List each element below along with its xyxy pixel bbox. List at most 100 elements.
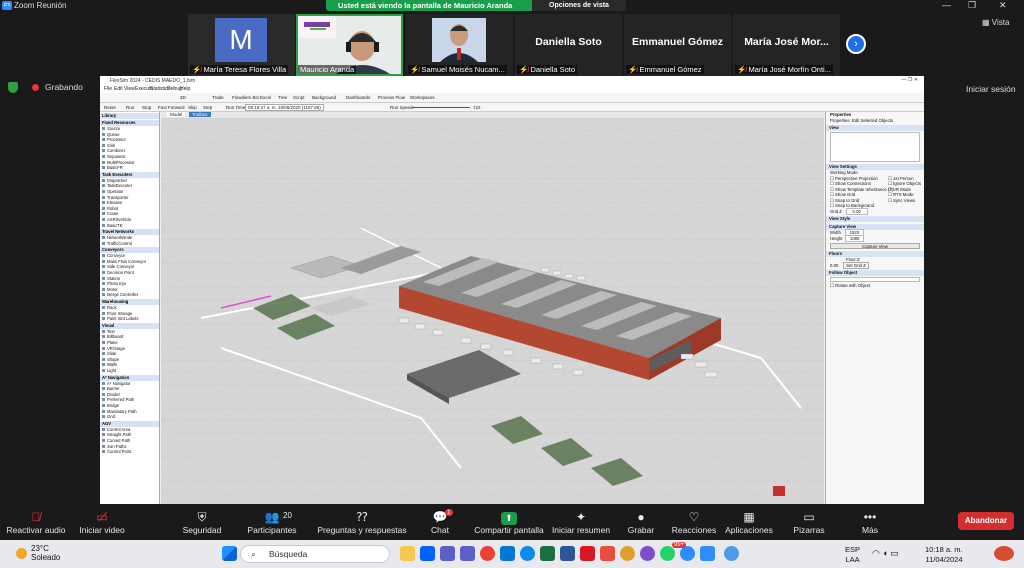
options-right: ☐ 1st Person ☐ Ignore Objects ☐ VR Mode ☐ R… bbox=[884, 176, 924, 209]
leave-button[interactable]: Abandonar bbox=[958, 512, 1014, 530]
flexsim-window-controls-icon[interactable]: — ❐ ✕ bbox=[902, 77, 918, 83]
follow-object-input[interactable] bbox=[830, 277, 920, 282]
skip-button[interactable]: Skip bbox=[188, 105, 197, 110]
language-indicator[interactable]: ESP LAA bbox=[845, 545, 860, 565]
browser-profile-icon[interactable] bbox=[620, 546, 635, 561]
weather-desc: Soleado bbox=[31, 553, 61, 562]
library-item[interactable]: Paint Slot Labels bbox=[100, 316, 159, 322]
zoom-meeting-icon[interactable] bbox=[700, 546, 715, 561]
stop-button[interactable]: Stop bbox=[142, 105, 151, 110]
participantes-button[interactable]: 👥 20 Participantes bbox=[227, 509, 317, 535]
teams-icon[interactable] bbox=[460, 546, 475, 561]
view-options-button[interactable]: Opciones de vista bbox=[532, 0, 626, 11]
view-button[interactable]: ▦ Vista bbox=[982, 18, 1009, 27]
run-controls-bar: Reset Run Stop Fast Forward Skip Step Ru… bbox=[100, 103, 924, 112]
tool-background[interactable]: Background bbox=[312, 95, 336, 100]
option-label: Show Connections bbox=[835, 181, 871, 186]
notification-icon[interactable] bbox=[994, 546, 1014, 561]
pdf-icon[interactable] bbox=[600, 546, 615, 561]
tool-dashboards[interactable]: Dashboards bbox=[346, 95, 370, 100]
view-list[interactable] bbox=[830, 132, 920, 162]
step-button[interactable]: Step bbox=[203, 105, 212, 110]
tool-3d[interactable]: 3D bbox=[180, 95, 186, 100]
3d-model-view[interactable]: Model Toolbox bbox=[161, 112, 824, 504]
mail-icon[interactable] bbox=[500, 546, 515, 561]
participant-tile[interactable]: Daniella Soto ⚡̸ Daniella Soto bbox=[515, 14, 622, 76]
clock-date: 11/04/2024 bbox=[925, 555, 963, 564]
edge-icon[interactable] bbox=[520, 546, 535, 561]
tool-workspaces[interactable]: Workspaces bbox=[410, 95, 435, 100]
participant-strip: M ⚡̸ María Teresa Flores Villa Mauricio … bbox=[188, 14, 844, 76]
whatsapp-icon[interactable] bbox=[660, 546, 675, 561]
preguntas-y-respuestas-button[interactable]: ⁇ Preguntas y respuestas bbox=[317, 509, 407, 535]
file-explorer-icon[interactable] bbox=[400, 546, 415, 561]
floor-value: 0.00 bbox=[830, 262, 839, 268]
chrome-profile-icon[interactable] bbox=[640, 546, 655, 561]
run-speed-value: 722 bbox=[473, 105, 481, 110]
library-title: Library bbox=[100, 113, 159, 119]
tool-process-flow[interactable]: Process Flow bbox=[378, 95, 405, 100]
capture-view-button[interactable]: Capture View bbox=[830, 243, 920, 249]
library-item[interactable]: Light bbox=[100, 368, 159, 374]
taskbar-search[interactable]: ⌕ Búsqueda bbox=[240, 545, 390, 563]
clock[interactable]: 10:18 a. m. 11/04/2024 bbox=[925, 545, 963, 565]
option-checkbox[interactable]: ☐ Sync Views bbox=[884, 198, 924, 204]
zoom-icon[interactable] bbox=[680, 546, 695, 561]
tool-flowdiem[interactable]: Flowdiem Bin bbox=[232, 95, 259, 100]
tool-script[interactable]: Script bbox=[293, 95, 305, 100]
participant-tile-active[interactable]: Mauricio Aranda bbox=[296, 14, 403, 76]
grid-z-input[interactable]: 0.00 bbox=[845, 207, 868, 215]
más-button[interactable]: ••• Más bbox=[825, 509, 915, 535]
wifi-icon[interactable]: ◠ ◖ ▭ bbox=[872, 548, 899, 559]
menu-file[interactable]: File bbox=[104, 86, 112, 92]
recording-label: Grabando bbox=[45, 82, 83, 92]
excel-icon[interactable] bbox=[540, 546, 555, 561]
close-button[interactable]: ✕ bbox=[999, 0, 1007, 11]
recording-indicator: Grabando bbox=[8, 82, 83, 94]
tab-model[interactable]: Model bbox=[167, 112, 186, 117]
participant-tile[interactable]: ⚡̸ Samuel Moisés Nucam... bbox=[406, 14, 513, 76]
reset-button[interactable]: Reset bbox=[104, 105, 116, 110]
tab-toolbox[interactable]: Toolbox bbox=[189, 112, 211, 117]
library-item[interactable]: Control Point bbox=[100, 449, 159, 455]
tab-properties[interactable]: Properties bbox=[830, 118, 850, 123]
run-speed-slider[interactable] bbox=[412, 107, 470, 108]
tab-edit-selected[interactable]: Edit Selected Objects bbox=[852, 118, 893, 123]
signin-link[interactable]: Iniciar sesión bbox=[966, 84, 1016, 94]
fast-forward-button[interactable]: Fast Forward bbox=[158, 105, 185, 110]
menu-edit[interactable]: Edit bbox=[114, 86, 123, 92]
weather-widget[interactable]: 23°C Soleado bbox=[16, 544, 60, 562]
participant-tile[interactable]: M ⚡̸ María Teresa Flores Villa bbox=[188, 14, 295, 76]
menu-help[interactable]: Help bbox=[180, 86, 190, 92]
set-grid-z-button[interactable]: Set Grid Z bbox=[843, 261, 869, 269]
library-item[interactable]: Merge Controller bbox=[100, 292, 159, 298]
windows-start-icon[interactable] bbox=[222, 546, 237, 561]
height-input[interactable]: 1080 bbox=[844, 234, 865, 242]
word-icon[interactable] bbox=[560, 546, 575, 561]
library-item[interactable]: TrafficControl bbox=[100, 241, 159, 247]
library-item[interactable]: Grid bbox=[100, 414, 159, 420]
menu-view[interactable]: View bbox=[124, 86, 135, 92]
view-style-header: View Style bbox=[826, 216, 924, 222]
tool-trade[interactable]: Trade bbox=[212, 95, 224, 100]
tool-excel[interactable]: Excel bbox=[260, 95, 271, 100]
maximize-button[interactable]: ❐ bbox=[968, 0, 976, 11]
library-item[interactable]: BasicTE bbox=[100, 223, 159, 229]
participant-display-name: Emmanuel Gómez bbox=[631, 36, 724, 48]
run-button[interactable]: Run bbox=[126, 105, 134, 110]
tool-tree[interactable]: Tree bbox=[278, 95, 287, 100]
chrome-icon[interactable] bbox=[480, 546, 495, 561]
teams-icon[interactable] bbox=[440, 546, 455, 561]
library-item[interactable]: BasicFR bbox=[100, 165, 159, 171]
encryption-shield-icon bbox=[8, 82, 18, 94]
mcafee-icon[interactable] bbox=[580, 546, 595, 561]
iniciar-video-button[interactable]: ▭̸ Iniciar video bbox=[57, 509, 147, 535]
minimize-button[interactable]: — bbox=[942, 0, 951, 10]
app-icon[interactable] bbox=[724, 546, 739, 561]
checkbox-icon[interactable]: ☐ bbox=[830, 283, 834, 288]
dropbox-icon[interactable] bbox=[420, 546, 435, 561]
option-label: Sync Views bbox=[893, 197, 916, 203]
participant-tile[interactable]: Emmanuel Gómez ⚡̸ Emmanuel Gómez bbox=[624, 14, 731, 76]
participant-tile[interactable]: María José Mor... ⚡̸ María José Morfín O… bbox=[733, 14, 840, 76]
next-page-button[interactable]: › bbox=[846, 34, 866, 54]
